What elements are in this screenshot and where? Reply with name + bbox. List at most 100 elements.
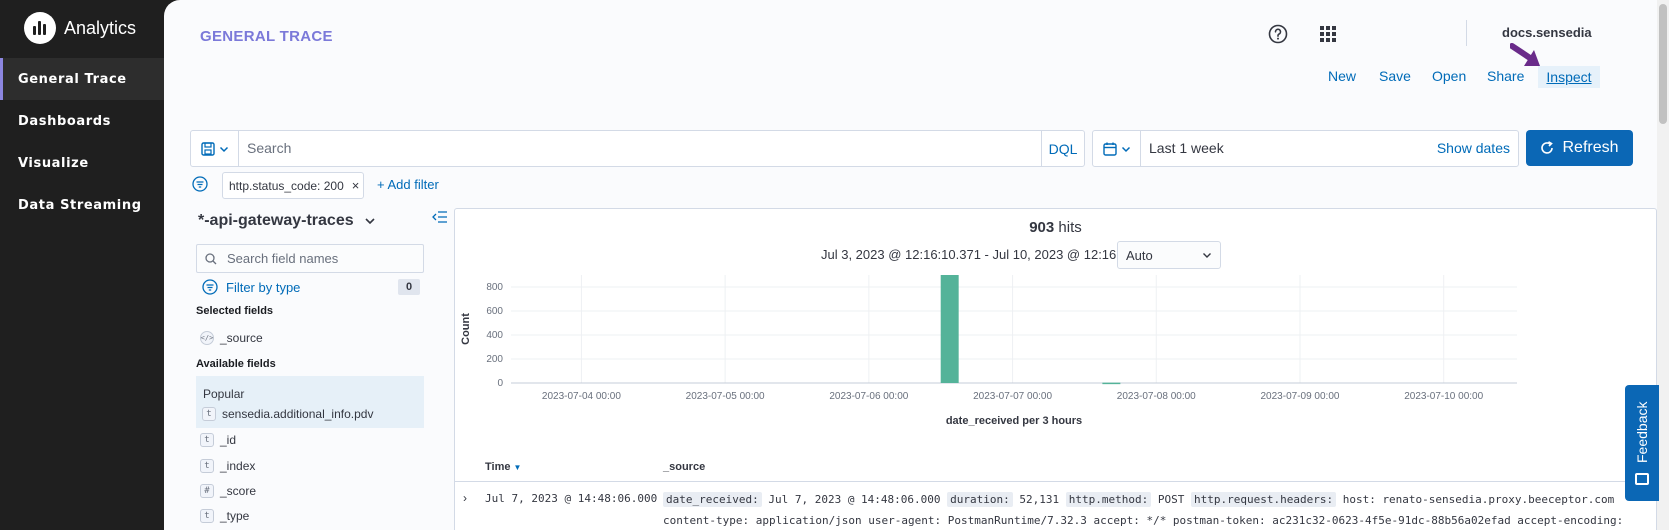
field-type-icon: t (200, 433, 214, 447)
filter-options-icon[interactable] (192, 176, 208, 197)
filter-by-type-button[interactable]: Filter by type (202, 279, 300, 295)
chevron-down-icon (1121, 146, 1130, 152)
field-type-icon: t (200, 509, 214, 523)
sidebar-item-data-streaming[interactable]: Data Streaming (0, 184, 164, 226)
interval-value: Auto (1126, 247, 1153, 263)
y-axis-title: Count (460, 313, 472, 345)
field-name: _source (220, 331, 263, 345)
query-bar: Search DQL (190, 130, 1085, 167)
refresh-icon (1541, 141, 1554, 154)
hits-label: hits (1058, 219, 1082, 236)
save-link[interactable]: Save (1379, 68, 1411, 84)
y-tick-label: 800 (486, 282, 503, 293)
filter-by-type-label: Filter by type (226, 279, 301, 295)
chevron-down-icon (1203, 253, 1211, 258)
field-item-source[interactable]: </> _source (200, 331, 263, 345)
source-key: http.request.headers: (1191, 492, 1337, 507)
field-type-icon: </> (200, 331, 214, 345)
time-range-label[interactable]: Last 1 week (1149, 140, 1224, 156)
source-line-1: date_received: Jul 7, 2023 @ 14:48:06.00… (663, 489, 1653, 510)
source-key: http.method: (1065, 492, 1152, 507)
field-item-score[interactable]: # _score (200, 484, 256, 498)
field-search-input[interactable]: Search field names (196, 244, 424, 273)
result-time-range: Jul 3, 2023 @ 12:16:10.371 - Jul 10, 202… (821, 247, 1160, 262)
x-tick-label: 2023-07-04 00:00 (542, 391, 621, 402)
add-filter-button[interactable]: + Add filter (377, 177, 439, 192)
scroll-thumb[interactable] (1659, 4, 1667, 124)
histogram-bar (940, 275, 959, 383)
header-divider (1466, 20, 1467, 46)
y-tick-label: 200 (486, 354, 503, 365)
time-column-header[interactable]: Time ▼ (485, 461, 521, 473)
search-input[interactable]: Search (247, 140, 291, 156)
sort-desc-icon: ▼ (513, 463, 522, 472)
field-name: _type (220, 509, 250, 523)
y-tick-label: 0 (497, 378, 503, 389)
refresh-button[interactable]: Refresh (1526, 130, 1633, 166)
filter-icon (202, 279, 218, 295)
field-item-type[interactable]: t _type (200, 509, 249, 523)
source-value: POST (1157, 493, 1185, 506)
pointer-arrow-icon (1510, 43, 1540, 66)
popular-label: Popular (203, 387, 245, 401)
time-column-label: Time (485, 461, 511, 473)
results-panel: 903 hits Jul 3, 2023 @ 12:16:10.371 - Ju… (454, 208, 1657, 530)
chevron-down-icon (219, 146, 228, 152)
field-type-icon: # (200, 484, 214, 498)
help-icon[interactable] (1266, 22, 1290, 46)
field-search-placeholder: Search field names (227, 251, 339, 266)
sidebar-item-label: Dashboards (18, 113, 112, 129)
chevron-down-icon (365, 218, 375, 225)
sidebar-item-visualize[interactable]: Visualize (0, 142, 164, 184)
feedback-button[interactable]: Feedback (1625, 385, 1659, 501)
field-name: _index (220, 459, 256, 473)
filter-pill[interactable]: http.status_code: 200 × (222, 172, 364, 199)
brand-name: Analytics (64, 17, 137, 38)
selected-fields-title: Selected fields (196, 305, 274, 317)
sidebar-item-label: Visualize (18, 155, 89, 171)
x-tick-label: 2023-07-07 00:00 (973, 391, 1052, 402)
sidebar-nav: General Trace Dashboards Visualize Data … (0, 58, 164, 226)
query-language-button[interactable]: DQL (1041, 131, 1084, 166)
row-source: date_received: Jul 7, 2023 @ 14:48:06.00… (663, 489, 1653, 530)
inspect-link[interactable]: Inspect (1538, 66, 1600, 88)
sidebar-item-label: General Trace (18, 71, 127, 87)
search-icon (205, 252, 217, 264)
new-link[interactable]: New (1328, 68, 1356, 84)
index-pattern-label: *-api-gateway-traces (198, 212, 354, 229)
sidebar-item-dashboards[interactable]: Dashboards (0, 100, 164, 142)
collapse-sidebar-icon[interactable] (432, 210, 448, 229)
field-item-id[interactable]: t _id (200, 433, 236, 447)
brand[interactable]: Analytics (24, 12, 136, 44)
close-icon[interactable]: × (352, 178, 360, 193)
x-tick-label: 2023-07-08 00:00 (1117, 391, 1196, 402)
source-value: host: renato-sensedia.proxy.beeceptor.co… (1342, 493, 1615, 506)
field-type-icon: t (200, 459, 214, 473)
source-value: Jul 7, 2023 @ 14:48:06.000 (768, 493, 941, 506)
x-tick-label: 2023-07-05 00:00 (686, 391, 765, 402)
expand-row-icon[interactable]: › (463, 491, 467, 505)
open-link[interactable]: Open (1432, 68, 1466, 84)
x-tick-label: 2023-07-06 00:00 (829, 391, 908, 402)
hits-number: 903 (1029, 219, 1055, 236)
index-pattern-selector[interactable]: *-api-gateway-traces (198, 212, 376, 230)
page-title: GENERAL TRACE (200, 28, 333, 45)
interval-select[interactable]: Auto (1117, 241, 1221, 269)
histogram-chart: 0 200 400 600 800 2023-07-04 00:00 2023-07-05 … (460, 275, 1517, 427)
source-key: duration: (947, 492, 1013, 507)
show-dates-button[interactable]: Show dates (1437, 140, 1510, 156)
sidebar-item-general-trace[interactable]: General Trace (0, 58, 164, 100)
chat-icon (1635, 473, 1649, 485)
hits-count: 903 hits (455, 219, 1656, 236)
saved-query-button[interactable] (191, 131, 239, 166)
sidebar-item-label: Data Streaming (18, 197, 142, 213)
apps-grid-icon[interactable] (1316, 22, 1340, 46)
field-name: _id (220, 433, 237, 447)
quick-select-button[interactable] (1093, 131, 1141, 166)
field-item-pdv[interactable]: t sensedia.additional_info.pdv (202, 407, 373, 421)
org-name[interactable]: docs.sensedia (1502, 25, 1592, 40)
row-time: Jul 7, 2023 @ 14:48:06.000 (485, 492, 658, 505)
source-key: date_received: (663, 492, 762, 507)
field-item-index[interactable]: t _index (200, 459, 255, 473)
table-divider (455, 481, 1656, 482)
